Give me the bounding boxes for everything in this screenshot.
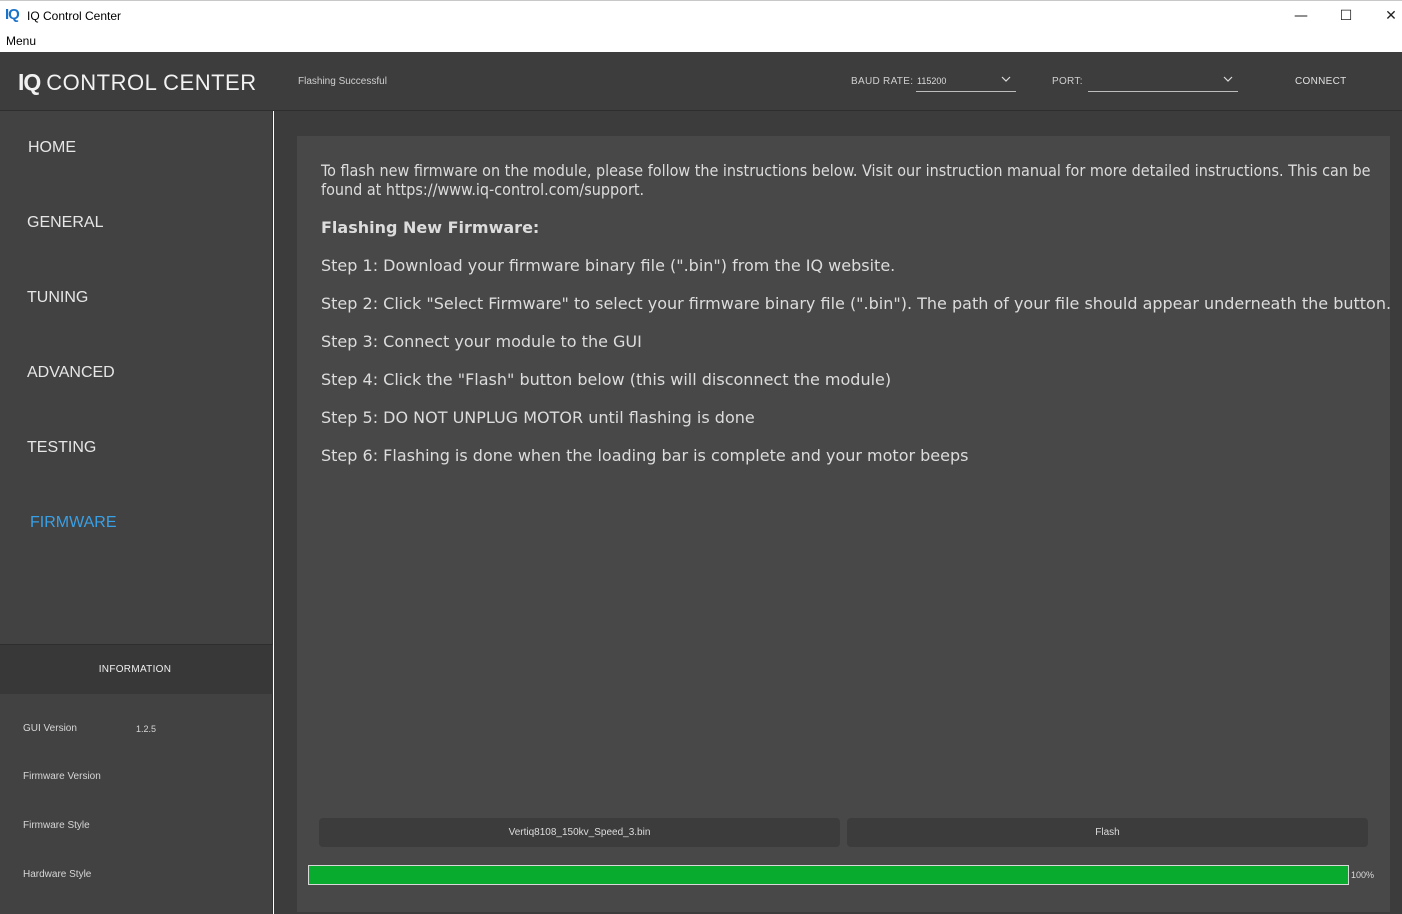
chevron-down-icon — [1223, 76, 1233, 82]
step-2: Step 2: Click "Select Firmware" to selec… — [321, 294, 1392, 313]
window-titlebar: IQ IQ Control Center — ☐ ✕ — [0, 0, 1402, 30]
step-6: Step 6: Flashing is done when the loadin… — [321, 446, 969, 465]
close-button[interactable]: ✕ — [1368, 1, 1402, 31]
select-firmware-button[interactable]: Vertiq8108_150kv_Speed_3.bin — [319, 818, 840, 847]
sidebar-item-label: TUNING — [27, 289, 89, 306]
brand-text: CONTROL CENTER — [46, 70, 257, 95]
sidebar-item-advanced[interactable]: ADVANCED — [0, 354, 273, 394]
step-3: Step 3: Connect your module to the GUI — [321, 332, 642, 351]
sidebar-item-home[interactable]: HOME — [0, 129, 273, 169]
progress-percent: 100% — [1351, 870, 1375, 880]
information-title: INFORMATION — [98, 664, 172, 675]
baud-rate-select[interactable]: 115200 — [916, 72, 1016, 92]
sidebar-item-general[interactable]: GENERAL — [0, 204, 273, 244]
flash-progress-bar — [308, 865, 1349, 885]
gui-version-label: GUI Version — [23, 723, 77, 734]
window-title: IQ Control Center — [27, 9, 122, 23]
information-header: INFORMATION — [0, 644, 273, 694]
step-5: Step 5: DO NOT UNPLUG MOTOR until flashi… — [321, 408, 755, 427]
sidebar-item-tuning[interactable]: TUNING — [0, 279, 273, 319]
status-text: Flashing Successful — [298, 76, 387, 87]
app-logo-icon: IQ — [5, 6, 20, 23]
brand-logo: IQ CONTROL CENTER — [18, 69, 257, 96]
sidebar-item-label: TESTING — [27, 439, 97, 456]
main-content: To flash new firmware on the module, ple… — [274, 111, 1402, 914]
baud-rate-label: BAUD RATE: — [851, 76, 914, 87]
menu-item-menu[interactable]: Menu — [6, 34, 36, 48]
firmware-panel: To flash new firmware on the module, ple… — [297, 136, 1392, 912]
gui-version-value: 1.2.5 — [136, 724, 157, 734]
sidebar-item-testing[interactable]: TESTING — [0, 429, 273, 469]
sidebar: HOME GENERAL TUNING ADVANCED TESTING FIR… — [0, 111, 273, 914]
maximize-button[interactable]: ☐ — [1323, 1, 1369, 31]
step-4: Step 4: Click the "Flash" button below (… — [321, 370, 892, 389]
minimize-button[interactable]: — — [1278, 1, 1324, 31]
sidebar-item-firmware[interactable]: FIRMWARE — [0, 504, 273, 544]
flashing-heading: Flashing New Firmware: — [321, 218, 540, 237]
firmware-style-label: Firmware Style — [23, 820, 90, 831]
hardware-style-label: Hardware Style — [23, 869, 92, 880]
app-header: IQ CONTROL CENTER Flashing Successful BAU… — [0, 52, 1402, 111]
sidebar-item-label: ADVANCED — [27, 364, 115, 381]
step-1: Step 1: Download your firmware binary fi… — [321, 256, 896, 275]
sidebar-item-label: GENERAL — [27, 214, 104, 231]
firmware-version-label: Firmware Version — [23, 771, 101, 782]
brand-iq: IQ — [18, 69, 41, 95]
baud-rate-value: 115200 — [917, 76, 947, 86]
flash-button[interactable]: Flash — [847, 818, 1368, 847]
port-select[interactable] — [1088, 72, 1238, 92]
chevron-down-icon — [1001, 76, 1011, 82]
sidebar-item-label: HOME — [28, 139, 76, 156]
progress-fill — [309, 866, 1348, 884]
connect-button[interactable]: CONNECT — [1295, 76, 1347, 87]
menubar: Menu — [0, 30, 1402, 52]
port-label: PORT: — [1052, 76, 1083, 87]
sidebar-item-label: FIRMWARE — [30, 514, 117, 531]
intro-text: To flash new firmware on the module, ple… — [321, 161, 1371, 199]
